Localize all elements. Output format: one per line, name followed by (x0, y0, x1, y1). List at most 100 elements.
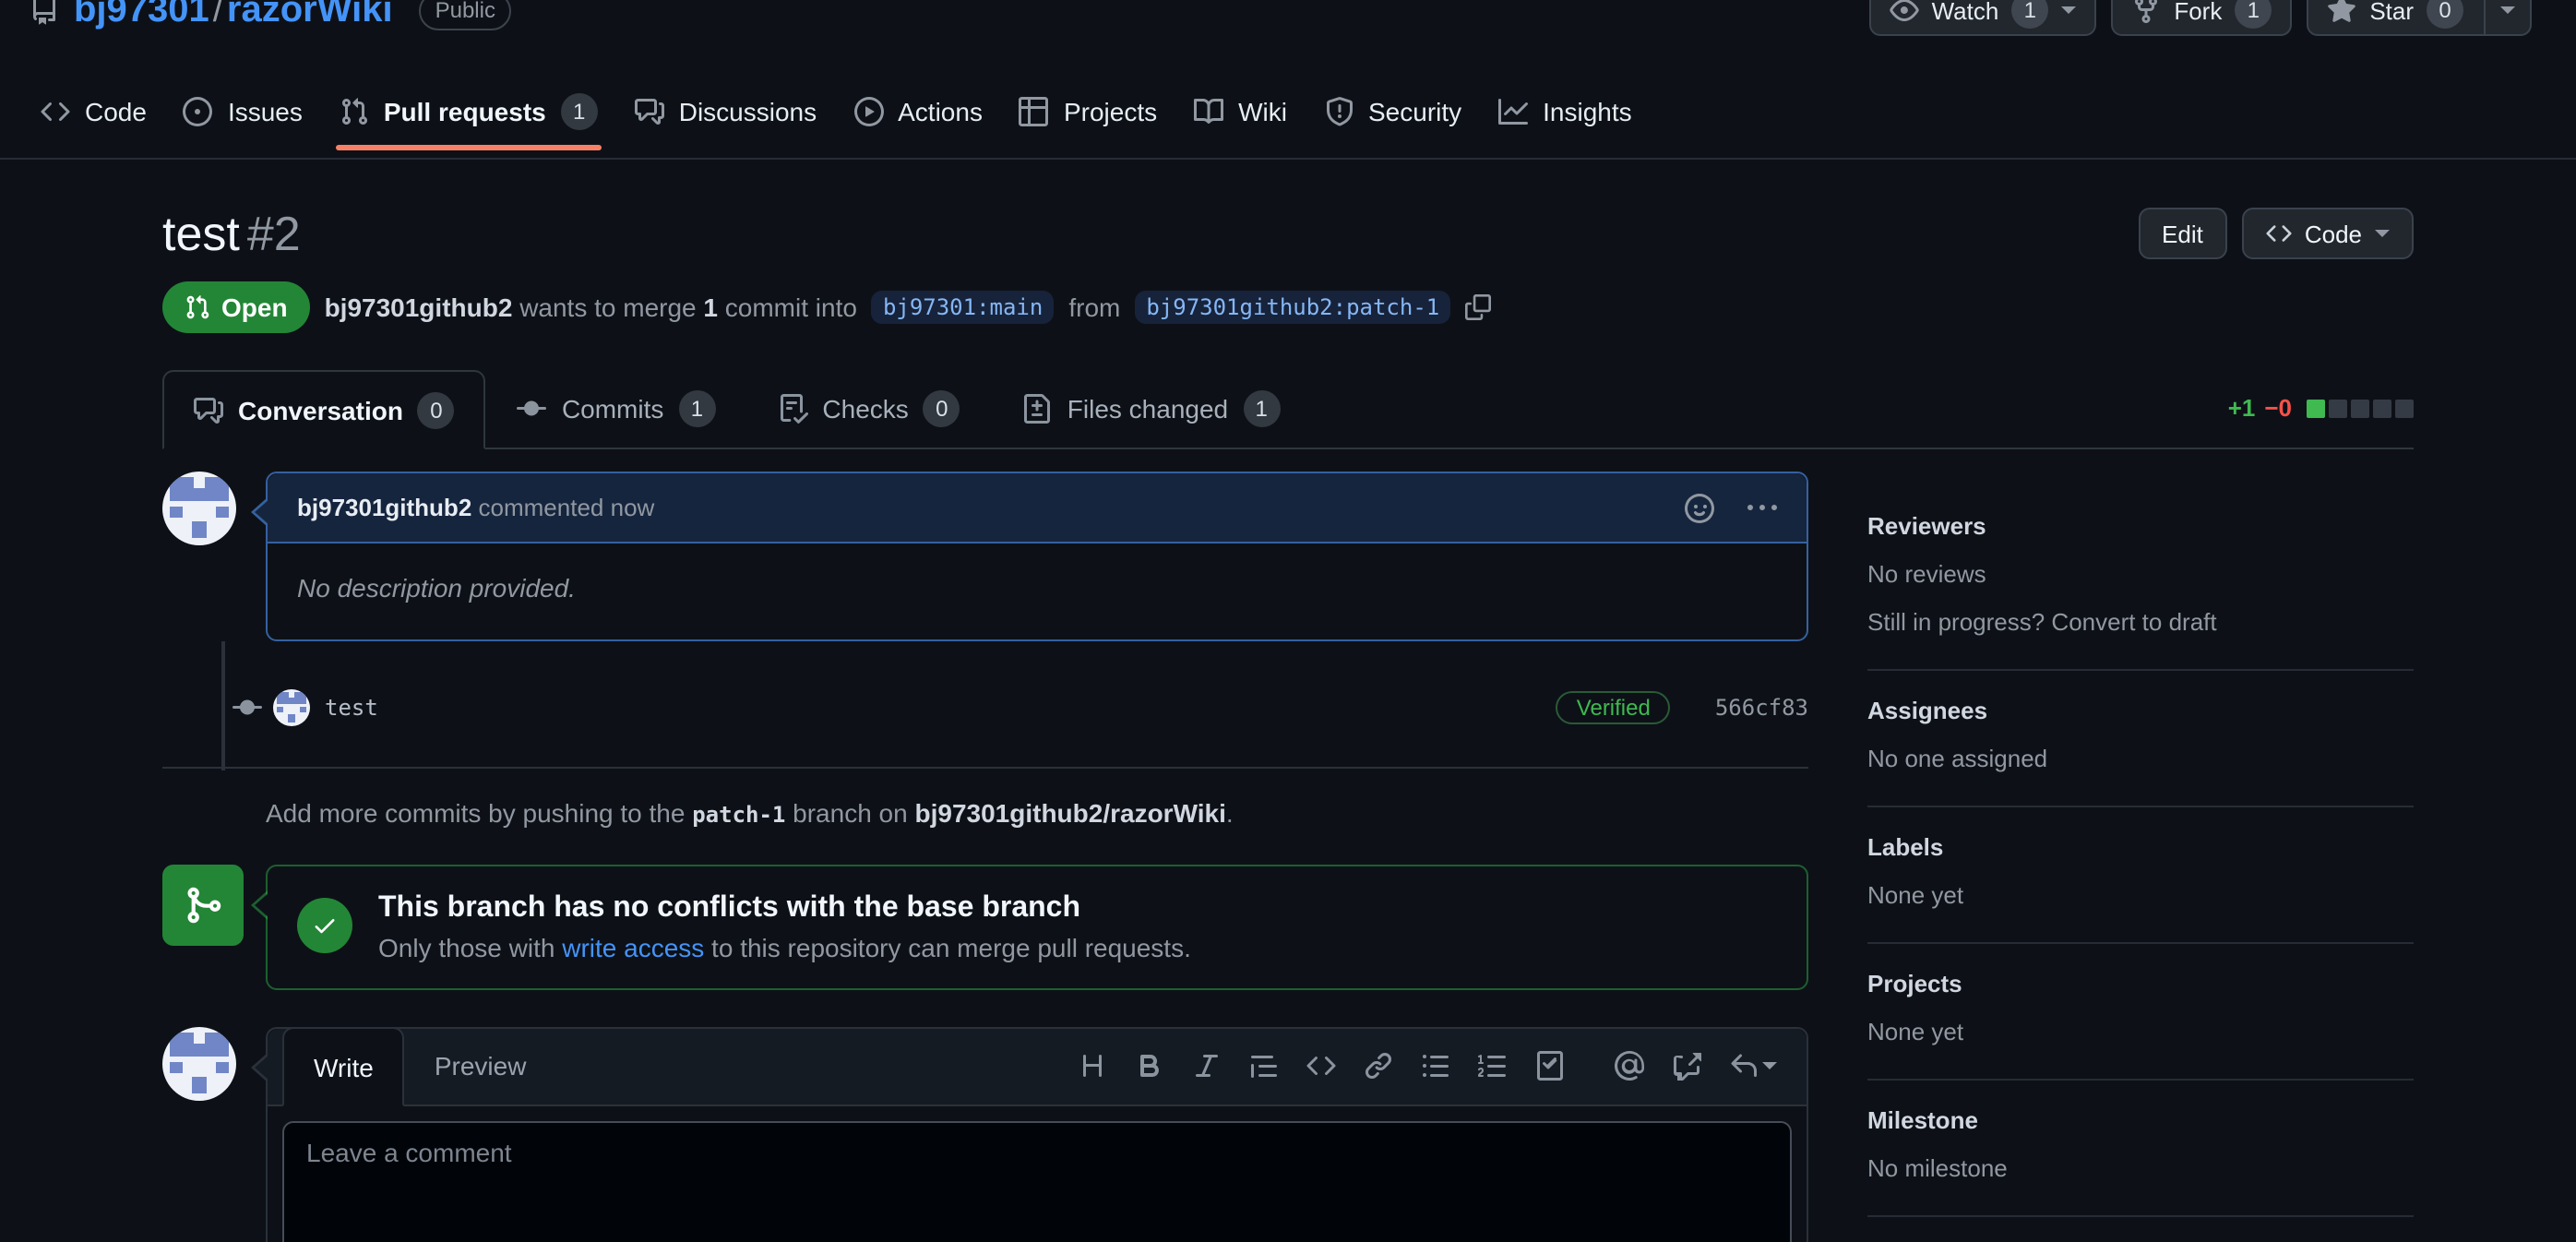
saved-replies-button[interactable] (1729, 1051, 1777, 1081)
nav-tab-pull-requests[interactable]: Pull requests1 (321, 38, 616, 158)
comment-input[interactable] (282, 1121, 1792, 1242)
visibility-badge: Public (419, 0, 512, 30)
sidebar-value: No milestone (1867, 1154, 2414, 1182)
commit-author-avatar[interactable] (273, 689, 310, 726)
avatar[interactable] (162, 472, 236, 545)
tab-preview[interactable]: Preview (405, 1027, 556, 1105)
tab-checks[interactable]: Checks0 (746, 370, 991, 448)
diffstat-blocks (2307, 399, 2414, 417)
nav-tab-insights[interactable]: Insights (1480, 38, 1651, 158)
diff-block-empty (2329, 399, 2347, 417)
pr-author-link[interactable]: bj97301github2 (325, 293, 513, 322)
comment-timestamp[interactable]: now (611, 494, 655, 521)
tab-label: Conversation (238, 395, 403, 424)
star-button[interactable]: Star 0 (2307, 0, 2532, 36)
repo-title[interactable]: bj97301/razorWiki (74, 0, 393, 31)
commit-message-link[interactable]: test (325, 695, 378, 721)
pr-state-badge: Open (162, 281, 310, 333)
mention-icon[interactable] (1615, 1051, 1644, 1081)
check-icon (297, 898, 352, 953)
nav-label: Insights (1543, 97, 1632, 126)
edit-button[interactable]: Edit (2138, 208, 2227, 259)
sidebar-value: No reviews (1867, 560, 2414, 588)
diff-block-added (2307, 399, 2325, 417)
editor-header: Write Preview (268, 1029, 1807, 1106)
diff-block-empty (2351, 399, 2369, 417)
nav-tab-discussions[interactable]: Discussions (616, 38, 835, 158)
write-access-link[interactable]: write access (562, 933, 704, 962)
italic-icon[interactable] (1192, 1051, 1222, 1081)
convert-to-draft-text[interactable]: Still in progress? Convert to draft (1867, 608, 2414, 636)
tasklist-icon[interactable] (1535, 1051, 1565, 1081)
nav-label: Issues (228, 97, 303, 126)
table-icon (1020, 97, 1049, 126)
sidebar-section-labels: Labels None yet (1867, 807, 2414, 944)
tab-write[interactable]: Write (282, 1027, 405, 1106)
nav-tab-security[interactable]: Security (1306, 38, 1480, 158)
shield-icon (1324, 97, 1354, 126)
bold-icon[interactable] (1135, 1051, 1164, 1081)
nav-tab-wiki[interactable]: Wiki (1175, 38, 1306, 158)
tab-commits[interactable]: Commits 1 (486, 370, 746, 448)
comment-header: bj97301github2 commented now (268, 473, 1807, 543)
base-ref-label[interactable]: bj97301:main (872, 291, 1054, 324)
avatar[interactable] (162, 1027, 236, 1101)
code-icon (2266, 221, 2292, 246)
cross-reference-icon[interactable] (1672, 1051, 1701, 1081)
nav-label: Wiki (1238, 97, 1287, 126)
chevron-down-icon (2500, 6, 2515, 21)
link-icon[interactable] (1364, 1051, 1393, 1081)
nav-label: Pull requests (384, 97, 546, 126)
star-dropdown[interactable] (2484, 0, 2530, 34)
chevron-down-icon (2375, 230, 2390, 245)
heading-icon[interactable] (1078, 1051, 1107, 1081)
fork-button[interactable]: Fork 1 (2111, 0, 2292, 36)
nav-tab-issues[interactable]: Issues (165, 38, 321, 158)
code-icon[interactable] (1306, 1051, 1336, 1081)
repo-owner-link[interactable]: bj97301 (74, 0, 209, 30)
sidebar-section-assignees: Assignees No one assigned (1867, 671, 2414, 807)
git-pull-request-icon (185, 294, 210, 320)
pr-state-label: Open (221, 293, 288, 322)
nav-tab-actions[interactable]: Actions (835, 38, 1001, 158)
checklist-icon (778, 394, 807, 424)
branch-name: patch-1 (692, 802, 785, 828)
app-header: bj97301/razorWiki Public Watch 1 Fork 1 … (0, 0, 2576, 38)
commits-count: 1 (678, 390, 715, 427)
repo-breadcrumb: bj97301/razorWiki Public (30, 0, 512, 31)
list-ordered-icon[interactable] (1478, 1051, 1508, 1081)
comment-form: Write Preview (266, 1027, 1808, 1242)
comment-author-link[interactable]: bj97301github2 (297, 494, 471, 521)
comment-body: No description provided. (268, 543, 1807, 639)
list-unordered-icon[interactable] (1421, 1051, 1450, 1081)
chevron-down-icon (1762, 1062, 1777, 1077)
sidebar-heading[interactable]: Milestone (1867, 1106, 2414, 1134)
tab-files-changed[interactable]: Files changed1 (992, 370, 1311, 448)
issue-opened-icon (184, 97, 213, 126)
sidebar-heading[interactable]: Labels (1867, 833, 2414, 861)
diffstat[interactable]: +1 −0 (2228, 394, 2414, 422)
head-ref-label[interactable]: bj97301github2:patch-1 (1135, 291, 1450, 324)
commit-sha-link[interactable]: 566cf83 (1715, 695, 1808, 721)
tab-label: Commits (562, 394, 663, 424)
watch-button[interactable]: Watch 1 (1869, 0, 2097, 36)
sidebar-heading[interactable]: Projects (1867, 970, 2414, 997)
star-count: 0 (2427, 0, 2463, 29)
quote-icon[interactable] (1249, 1051, 1279, 1081)
github-pr-page: bj97301/razorWiki Public Watch 1 Fork 1 … (0, 0, 2576, 1224)
sidebar-value: None yet (1867, 881, 2414, 909)
sidebar-heading[interactable]: Assignees (1867, 697, 2414, 724)
nav-tab-projects[interactable]: Projects (1001, 38, 1175, 158)
tab-conversation[interactable]: Conversation0 (162, 370, 486, 449)
nav-tab-code[interactable]: Code (22, 38, 165, 158)
kebab-horizontal-icon[interactable] (1747, 493, 1777, 522)
verified-badge[interactable]: Verified (1556, 691, 1671, 724)
copy-icon[interactable] (1465, 294, 1491, 320)
smiley-icon[interactable] (1685, 493, 1714, 522)
sidebar-heading[interactable]: Reviewers (1867, 512, 2414, 540)
code-dropdown-button[interactable]: Code (2242, 208, 2414, 259)
merge-status: This branch has no conflicts with the ba… (162, 865, 1808, 990)
meta-text: from (1068, 293, 1120, 322)
repo-name-link[interactable]: razorWiki (227, 0, 393, 30)
edit-label: Edit (2162, 220, 2203, 247)
